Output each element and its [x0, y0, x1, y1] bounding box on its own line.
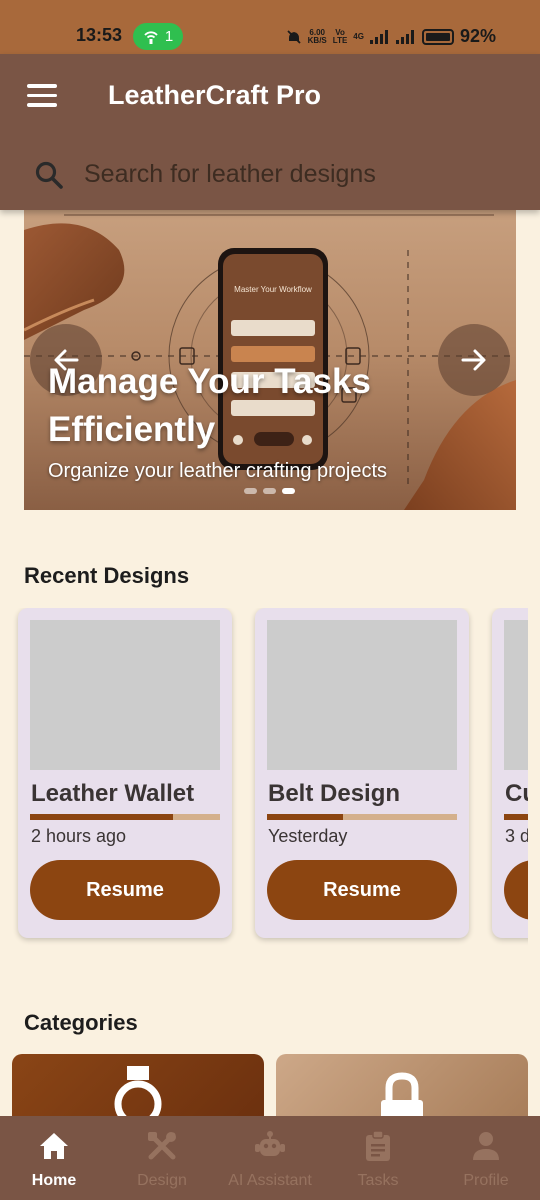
design-time: 2 hours ago — [31, 826, 127, 846]
design-thumbnail — [30, 620, 220, 770]
lock-icon — [381, 1072, 423, 1116]
phone-heading: Master Your Workflow — [234, 285, 312, 294]
design-progress-fill — [504, 814, 528, 820]
design-progress-bar — [267, 814, 457, 820]
carousel-dot[interactable] — [263, 488, 276, 494]
battery-icon — [421, 28, 454, 45]
design-card[interactable]: Belt Design Yesterday Resume — [255, 608, 469, 938]
carousel-indicators — [244, 488, 295, 494]
carousel-next-button[interactable] — [438, 324, 510, 396]
carousel-dot[interactable] — [244, 488, 257, 494]
nav-ai-assistant[interactable]: AI Assistant — [216, 1116, 324, 1200]
volte-indicator: Vo LTE — [332, 28, 348, 45]
design-tools-icon — [148, 1132, 176, 1160]
menu-icon[interactable] — [27, 84, 57, 108]
design-progress-bar — [30, 814, 220, 820]
hotspot-indicator: 1 — [133, 23, 183, 50]
signal-icon — [369, 29, 388, 44]
search-bar — [0, 150, 540, 210]
battery-percent: 92% — [459, 26, 496, 46]
category-card-watch[interactable] — [12, 1054, 264, 1116]
home-icon — [40, 1133, 68, 1159]
watch-icon — [114, 1066, 162, 1116]
recent-designs-heading: Recent Designs — [24, 563, 190, 588]
net-speed: 6.00 KB/S — [307, 28, 327, 45]
carousel-dot-active[interactable] — [282, 488, 295, 494]
design-progress-fill — [267, 814, 343, 820]
nav-design[interactable]: Design — [108, 1116, 216, 1200]
network-type: 4G — [353, 31, 364, 41]
nav-label: Design — [137, 1172, 187, 1189]
person-icon — [473, 1132, 499, 1160]
hotspot-icon — [144, 30, 158, 44]
bottom-navigation: Home Design AI Assistant Tasks Profile — [0, 1116, 540, 1200]
recent-designs-list[interactable]: Leather Wallet 2 hours ago Resume Belt D… — [0, 608, 528, 948]
status-time: 13:53 — [76, 25, 123, 45]
design-progress-fill — [30, 814, 173, 820]
app-title: LeatherCraft Pro — [108, 80, 322, 110]
resume-button[interactable]: Resume — [267, 860, 457, 920]
net-speed-unit: KB/S — [307, 35, 327, 45]
design-time: 3 d — [505, 826, 528, 846]
nav-label: Tasks — [357, 1172, 399, 1189]
nav-label: Profile — [463, 1172, 509, 1189]
design-time: Yesterday — [268, 826, 348, 846]
arrow-right-icon — [461, 349, 486, 371]
design-progress-bar — [504, 814, 528, 820]
lte-label: LTE — [332, 35, 348, 45]
hotspot-count: 1 — [164, 28, 174, 45]
category-card-lock[interactable] — [276, 1054, 528, 1116]
search-icon[interactable] — [34, 160, 64, 190]
status-icons: 6.00 KB/S Vo LTE 4G 92% — [286, 26, 496, 47]
hero-subtitle: Organize your leather crafting projects — [48, 460, 388, 482]
nav-profile[interactable]: Profile — [432, 1116, 540, 1200]
clipboard-icon — [366, 1130, 390, 1161]
design-thumbnail — [504, 620, 528, 770]
mute-icon — [287, 29, 301, 44]
search-input[interactable] — [84, 152, 514, 196]
categories-heading: Categories — [24, 1010, 138, 1035]
hero-title: Manage Your Tasks Efficiently — [48, 362, 371, 449]
design-card[interactable]: Leather Wallet 2 hours ago Resume — [18, 608, 232, 938]
nav-tasks[interactable]: Tasks — [324, 1116, 432, 1200]
robot-icon — [255, 1131, 285, 1156]
app-bar: LeatherCraft Pro — [0, 54, 540, 210]
hero-carousel[interactable]: Master Your Workflow Manage Your Tasks E… — [24, 210, 516, 510]
nav-label: AI Assistant — [228, 1172, 312, 1189]
signal-icon-2 — [395, 29, 414, 44]
resume-button[interactable]: Resume — [30, 860, 220, 920]
design-thumbnail — [267, 620, 457, 770]
design-card[interactable]: Cu 3 d Resume — [492, 608, 528, 938]
nav-label: Home — [31, 1172, 77, 1189]
nav-home[interactable]: Home — [0, 1116, 108, 1200]
design-name: Cu — [505, 780, 528, 807]
design-name: Belt Design — [268, 780, 401, 807]
resume-button[interactable]: Resume — [504, 860, 528, 920]
categories-list — [0, 1054, 540, 1116]
status-bar: 13:53 1 6.00 KB/S Vo LTE 4G 92% — [0, 0, 540, 54]
design-name: Leather Wallet — [31, 780, 195, 807]
